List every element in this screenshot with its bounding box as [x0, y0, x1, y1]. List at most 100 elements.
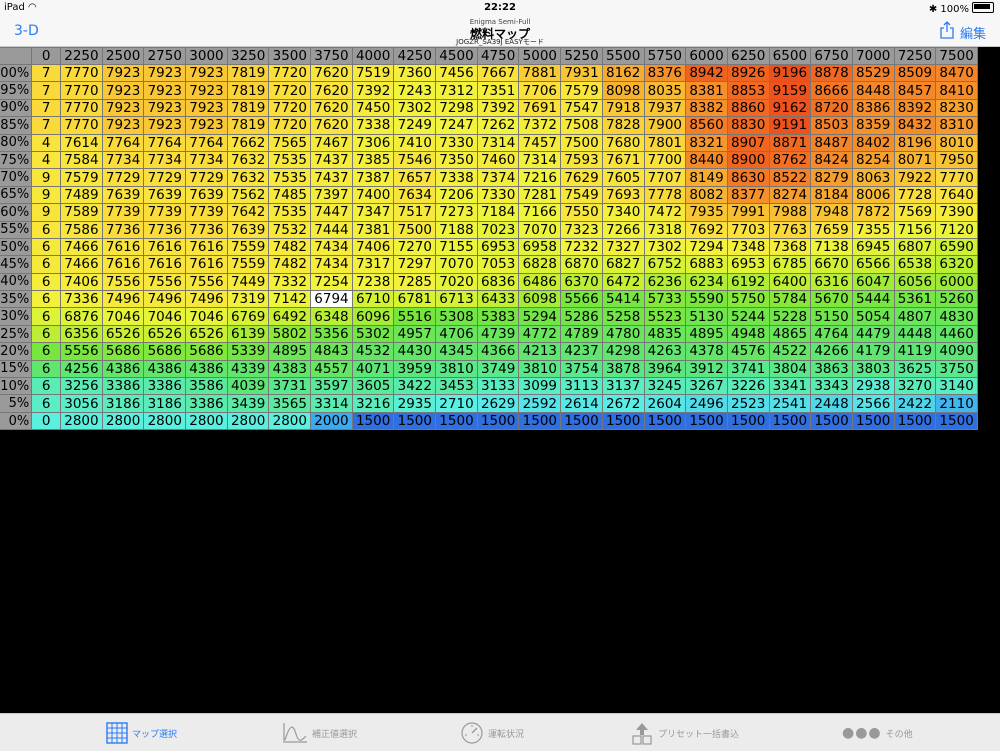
map-cell[interactable]: 3964	[643, 359, 687, 379]
map-cell[interactable]: 7950	[935, 150, 978, 170]
map-cell[interactable]: 6526	[143, 324, 187, 344]
map-cell[interactable]: 7243	[393, 81, 437, 100]
map-cell[interactable]: 7703	[726, 220, 770, 239]
map-cell[interactable]: 3137	[601, 377, 645, 396]
map-cell[interactable]: 8382	[685, 98, 728, 118]
map-cell[interactable]: 7	[31, 63, 62, 83]
map-cell[interactable]: 7734	[143, 150, 187, 170]
map-cell[interactable]: 7406	[60, 272, 103, 292]
map-cell[interactable]: 8376	[643, 63, 687, 83]
map-cell[interactable]: 7070	[435, 255, 478, 274]
map-cell[interactable]: 6316	[810, 272, 853, 292]
map-cell[interactable]: 4739	[476, 324, 520, 344]
map-cell[interactable]: 8402	[851, 133, 895, 152]
map-cell[interactable]: 5339	[226, 342, 270, 361]
map-cell[interactable]: 5244	[726, 307, 770, 326]
map-cell[interactable]: 7457	[518, 133, 562, 152]
map-cell[interactable]: 7046	[101, 307, 145, 326]
map-cell[interactable]: 7249	[393, 116, 437, 135]
map-cell[interactable]: 3256	[60, 377, 103, 396]
map-cell[interactable]: 3386	[101, 377, 145, 396]
map-cell[interactable]: 3341	[768, 377, 812, 396]
map-cell[interactable]: 7680	[601, 133, 645, 152]
map-cell[interactable]: 7923	[143, 81, 187, 100]
map-cell[interactable]: 7372	[518, 116, 562, 135]
map-cell[interactable]: 7662	[226, 133, 270, 152]
map-cell[interactable]: 7496	[143, 290, 187, 309]
map-cell[interactable]: 7632	[226, 168, 270, 187]
map-cell[interactable]: 3810	[435, 359, 478, 379]
map-cell[interactable]: 7312	[435, 81, 478, 100]
map-cell[interactable]: 9162	[768, 98, 812, 118]
map-cell[interactable]: 1500	[768, 411, 812, 431]
map-cell[interactable]: 7374	[476, 168, 520, 187]
map-cell[interactable]: 8184	[810, 185, 853, 205]
map-cell[interactable]: 7739	[185, 203, 228, 222]
map-cell[interactable]: 3186	[101, 394, 145, 413]
map-cell[interactable]: 7466	[60, 255, 103, 274]
map-cell[interactable]: 7254	[310, 272, 353, 292]
map-cell[interactable]: 7535	[268, 150, 312, 170]
map-cell[interactable]: 5590	[685, 290, 728, 309]
map-cell[interactable]: 6945	[851, 237, 895, 257]
map-cell[interactable]: 7565	[268, 133, 312, 152]
map-cell[interactable]: 7449	[226, 272, 270, 292]
map-cell[interactable]: 7314	[518, 150, 562, 170]
map-cell[interactable]: 7923	[143, 63, 187, 83]
map-cell[interactable]: 2422	[893, 394, 937, 413]
map-cell[interactable]: 7434	[310, 255, 353, 274]
map-cell[interactable]: 5784	[768, 290, 812, 309]
map-cell[interactable]: 7923	[185, 98, 228, 118]
map-cell[interactable]: 5556	[60, 342, 103, 361]
map-cell[interactable]: 8279	[810, 168, 853, 187]
map-cell[interactable]: 7535	[268, 203, 312, 222]
map-cell[interactable]: 8321	[685, 133, 728, 152]
map-cell[interactable]: 3749	[476, 359, 520, 379]
map-cell[interactable]: 7616	[185, 237, 228, 257]
map-cell[interactable]: 4430	[393, 342, 437, 361]
map-cell[interactable]: 4345	[435, 342, 478, 361]
map-cell[interactable]: 7070	[518, 220, 562, 239]
map-cell[interactable]: 4386	[101, 359, 145, 379]
map-cell[interactable]: 7728	[893, 185, 937, 205]
map-cell[interactable]: 6472	[601, 272, 645, 292]
map-cell[interactable]: 7923	[101, 63, 145, 83]
map-cell[interactable]: 6526	[101, 324, 145, 344]
map-cell[interactable]: 3099	[518, 377, 562, 396]
map-cell[interactable]: 7620	[310, 63, 353, 83]
map-cell[interactable]: 7706	[518, 81, 562, 100]
map-cell[interactable]: 4256	[60, 359, 103, 379]
map-cell[interactable]: 7519	[351, 63, 395, 83]
map-cell[interactable]: 7720	[268, 116, 312, 135]
map-cell[interactable]: 9159	[768, 81, 812, 100]
map-cell[interactable]: 3597	[310, 377, 353, 396]
map-cell[interactable]: 7778	[643, 185, 687, 205]
map-cell[interactable]: 8926	[726, 63, 770, 83]
map-cell[interactable]: 8098	[601, 81, 645, 100]
map-cell[interactable]: 3439	[226, 394, 270, 413]
map-cell[interactable]: 2614	[560, 394, 603, 413]
map-cell[interactable]: 5566	[560, 290, 603, 309]
map-cell[interactable]: 4557	[310, 359, 353, 379]
map-cell[interactable]: 2800	[226, 411, 270, 431]
map-cell[interactable]: 2541	[768, 394, 812, 413]
map-cell[interactable]: 8900	[726, 150, 770, 170]
map-cell[interactable]: 1500	[393, 411, 437, 431]
map-cell[interactable]: 8503	[810, 116, 853, 135]
map-cell[interactable]: 1500	[476, 411, 520, 431]
map-cell[interactable]: 7634	[393, 185, 437, 205]
map-cell[interactable]: 2800	[268, 411, 312, 431]
map-cell[interactable]: 8035	[643, 81, 687, 100]
map-cell[interactable]: 5286	[560, 307, 603, 326]
map-cell[interactable]: 7700	[643, 150, 687, 170]
map-cell[interactable]: 3586	[185, 377, 228, 396]
map-cell[interactable]: 1500	[810, 411, 853, 431]
map-cell[interactable]: 7368	[768, 237, 812, 257]
map-cell[interactable]: 7532	[268, 220, 312, 239]
map-cell[interactable]: 1500	[643, 411, 687, 431]
map-cell[interactable]: 6	[31, 359, 62, 379]
map-cell[interactable]: 7991	[726, 203, 770, 222]
map-cell[interactable]: 8509	[893, 63, 937, 83]
map-cell[interactable]: 7881	[518, 63, 562, 83]
map-cell[interactable]: 8010	[935, 133, 978, 152]
